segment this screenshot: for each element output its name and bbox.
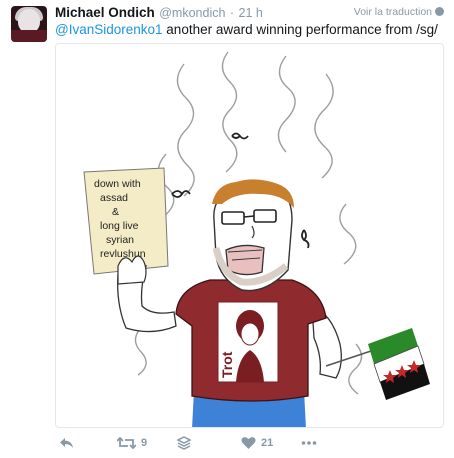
sign-line-4: long live	[100, 220, 139, 232]
sign-line-1: down with	[94, 178, 141, 190]
syrian-revolution-flag	[368, 328, 430, 400]
tweet-header: Michael Ondich @mkondich · 21 h	[55, 4, 263, 20]
avatar[interactable]	[11, 6, 47, 42]
stink-line	[221, 51, 238, 173]
shirt-portrait-face	[240, 322, 260, 346]
header-separator: ·	[229, 6, 235, 20]
stink-line	[348, 343, 363, 395]
retweet-icon	[116, 436, 137, 450]
tweet-body: another award winning performance from /…	[166, 22, 438, 37]
fly-icon	[231, 132, 249, 140]
heart-icon	[241, 437, 256, 449]
fly-icon	[301, 229, 310, 249]
author-display-name[interactable]: Michael Ondich	[55, 5, 155, 20]
sign-line-5: syrian	[106, 234, 134, 246]
translate-label: Voir la traduction	[353, 6, 432, 18]
tweet-timestamp[interactable]: 21 h	[239, 6, 263, 20]
stink-line	[277, 55, 296, 153]
shirt: Trot	[175, 279, 327, 402]
stink-line	[176, 63, 195, 197]
tweet-media-image[interactable]: down with assad & long live syrian revlu…	[55, 43, 444, 428]
avatar-coat	[11, 30, 47, 42]
layers-icon	[176, 436, 192, 450]
retweet-count: 9	[141, 437, 148, 449]
soyjak-head	[212, 179, 294, 292]
globe-icon	[435, 7, 444, 16]
sign-line-2: assad	[100, 192, 128, 204]
translate-link[interactable]: Voir la traduction	[354, 6, 444, 18]
reply-button[interactable]	[59, 436, 75, 452]
stack-button[interactable]	[176, 436, 192, 452]
like-count: 21	[261, 437, 274, 449]
shirt-text: Trot	[219, 351, 235, 378]
stink-line	[134, 328, 147, 376]
reply-mention-link[interactable]: @IvanSidorenko1	[55, 22, 163, 37]
author-handle[interactable]: @mkondich	[159, 6, 225, 20]
fly-icon	[171, 190, 191, 198]
stink-line	[314, 73, 334, 179]
more-button[interactable]	[301, 436, 317, 452]
stink-line	[339, 203, 357, 265]
tweet-text: @IvanSidorenko1 another award winning pe…	[55, 22, 438, 37]
reply-icon	[60, 438, 73, 448]
tweet: Michael Ondich @mkondich · 21 h Voir la …	[0, 0, 454, 458]
cartoon-illustration: down with assad & long live syrian revlu…	[83, 51, 430, 427]
like-button[interactable]: 21	[241, 436, 281, 452]
sign-line-3: &	[112, 206, 119, 218]
retweet-button[interactable]: 9	[116, 436, 157, 452]
tweet-actions: 9 21	[55, 434, 445, 454]
more-icon	[301, 441, 317, 445]
